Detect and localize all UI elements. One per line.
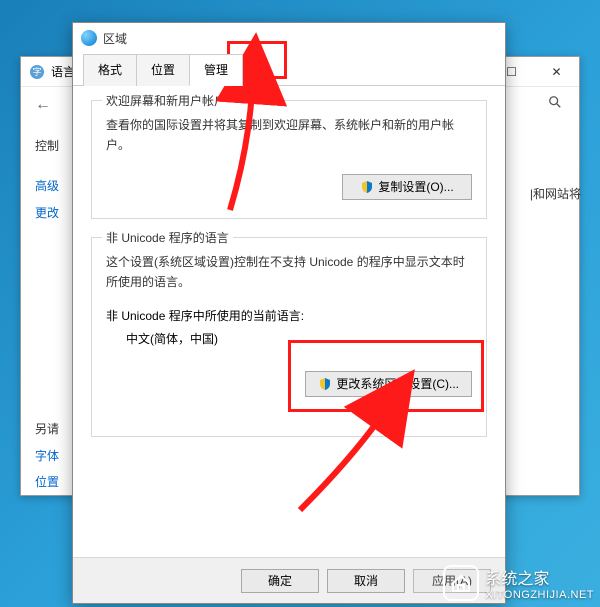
dialog-body: 欢迎屏幕和新用户帐户 查看你的国际设置并将其复制到欢迎屏幕、系统帐户和新的用户帐… (73, 86, 505, 557)
watermark-logo-icon (443, 565, 479, 601)
group-title: 欢迎屏幕和新用户帐户 (102, 92, 230, 109)
group-desc: 查看你的国际设置并将其复制到欢迎屏幕、系统帐户和新的用户帐户。 (106, 115, 472, 156)
tab-administrative[interactable]: 管理 (189, 54, 243, 86)
watermark-name: 系统之家 (485, 571, 549, 588)
current-language-label: 非 Unicode 程序中所使用的当前语言: (106, 307, 472, 324)
ok-button[interactable]: 确定 (241, 569, 319, 593)
nav-back-icon[interactable]: ← (29, 94, 57, 116)
dialog-tabs: 格式 位置 管理 (73, 53, 505, 86)
shield-icon (318, 377, 332, 391)
button-label: 更改系统区域设置(C)... (336, 375, 459, 392)
globe-icon (81, 30, 97, 46)
copy-settings-button[interactable]: 复制设置(O)... (342, 174, 472, 200)
tab-location[interactable]: 位置 (136, 54, 190, 86)
dialog-title: 区域 (103, 30, 127, 47)
search-icon[interactable] (541, 91, 569, 113)
current-language-value: 中文(简体，中国) (126, 330, 472, 347)
cancel-button[interactable]: 取消 (327, 569, 405, 593)
change-system-locale-button[interactable]: 更改系统区域设置(C)... (305, 371, 472, 397)
bg-right-text-fragment: |和网站将 (530, 185, 581, 202)
shield-icon (360, 180, 374, 194)
group-welcome-screen: 欢迎屏幕和新用户帐户 查看你的国际设置并将其复制到欢迎屏幕、系统帐户和新的用户帐… (91, 100, 487, 219)
close-button[interactable]: ✕ (534, 57, 579, 87)
svg-text:字: 字 (32, 66, 41, 77)
tab-formats[interactable]: 格式 (83, 54, 137, 86)
region-dialog: 区域 格式 位置 管理 欢迎屏幕和新用户帐户 查看你的国际设置并将其复制到欢迎屏… (72, 22, 506, 604)
group-title: 非 Unicode 程序的语言 (102, 229, 233, 246)
button-label: 复制设置(O)... (378, 178, 453, 195)
language-icon: 字 (29, 64, 45, 80)
group-non-unicode: 非 Unicode 程序的语言 这个设置(系统区域设置)控制在不支持 Unico… (91, 237, 487, 437)
group-desc: 这个设置(系统区域设置)控制在不支持 Unicode 的程序中显示文本时所使用的… (106, 252, 472, 293)
dialog-button-bar: 确定 取消 应用(A) (73, 557, 505, 603)
watermark: 系统之家 XITONGZHIJIA.NET (443, 565, 594, 601)
watermark-url: XITONGZHIJIA.NET (485, 589, 594, 601)
dialog-titlebar: 区域 (73, 23, 505, 53)
